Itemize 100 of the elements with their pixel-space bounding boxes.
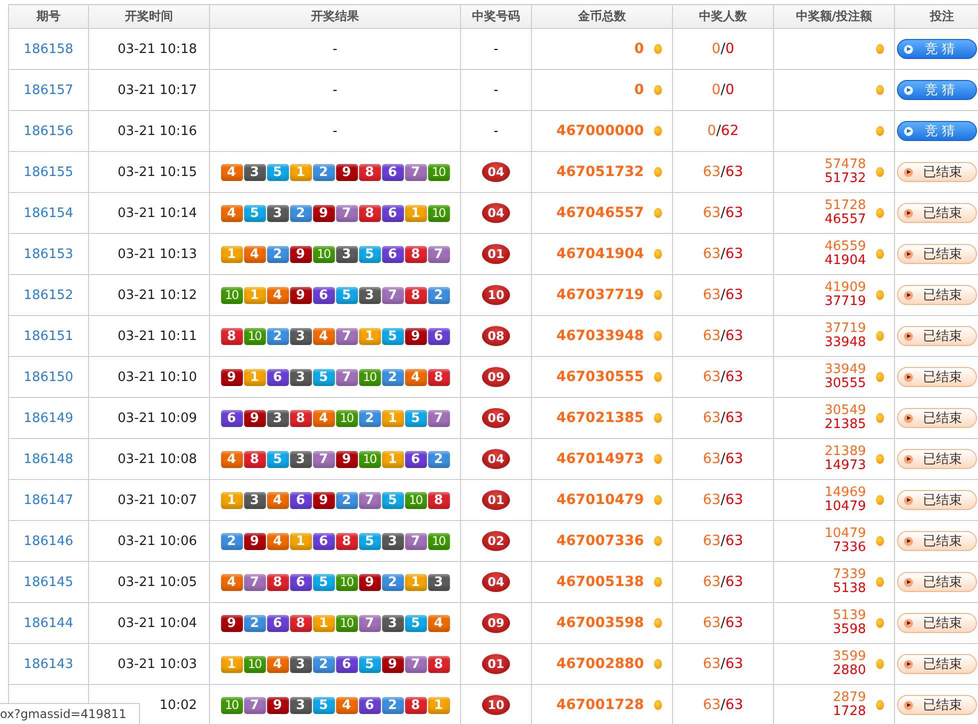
coin-icon bbox=[654, 290, 662, 300]
coin-total: 467010479 bbox=[556, 492, 644, 508]
result-number: 7 bbox=[336, 368, 358, 386]
ended-button[interactable]: 已结束 bbox=[897, 613, 977, 633]
result-number: 3 bbox=[244, 164, 266, 180]
result-number: 3 bbox=[382, 532, 404, 550]
slash: / bbox=[720, 287, 726, 303]
coin-icon bbox=[876, 208, 884, 218]
bet-button[interactable]: 竞 猜 bbox=[897, 39, 977, 59]
result-number: 8 bbox=[428, 492, 450, 508]
ended-button[interactable]: 已结束 bbox=[897, 408, 977, 428]
ended-button[interactable]: 已结束 bbox=[897, 572, 977, 592]
column-header: 中奖号码 bbox=[460, 4, 532, 28]
coin-total: 467041904 bbox=[556, 246, 644, 262]
draw-time: 03-21 10:05 bbox=[116, 574, 197, 590]
result-number: 4 bbox=[220, 164, 242, 180]
stake-amount: 37719 bbox=[824, 295, 866, 309]
result-number: 8 bbox=[428, 656, 450, 672]
prize-amount: 7339 bbox=[832, 568, 866, 582]
prize-amount: 2879 bbox=[832, 691, 866, 705]
winning-number: 01 bbox=[482, 244, 510, 264]
winning-number: 06 bbox=[482, 408, 510, 428]
winner-count: 63 bbox=[702, 533, 721, 549]
result-number: 5 bbox=[358, 532, 380, 550]
winning-number: 04 bbox=[482, 572, 510, 592]
bettor-count: 63 bbox=[725, 205, 744, 221]
coin-icon bbox=[876, 577, 884, 587]
ended-button[interactable]: 已结束 bbox=[897, 244, 977, 264]
result-number: 3 bbox=[244, 492, 266, 508]
result-number: 4 bbox=[266, 656, 288, 672]
coin-icon bbox=[876, 126, 884, 136]
prize-amount: 10479 bbox=[824, 527, 866, 541]
coin-icon bbox=[654, 208, 662, 218]
winner-count: 63 bbox=[702, 451, 721, 467]
prize-amount: 14969 bbox=[824, 486, 866, 500]
result-number: 4 bbox=[312, 328, 334, 344]
result-number: 1 bbox=[382, 450, 404, 468]
bettor-count: 63 bbox=[725, 492, 744, 508]
result-number: 1 bbox=[382, 410, 404, 426]
empty-winning-number: - bbox=[494, 42, 498, 56]
bet-button[interactable]: 竞 猜 bbox=[897, 80, 977, 100]
result-number: 5 bbox=[244, 204, 266, 222]
result-number: 9 bbox=[404, 328, 426, 344]
result-number: 10 bbox=[404, 492, 426, 508]
result-number: 6 bbox=[290, 492, 312, 508]
bettor-count: 63 bbox=[725, 533, 744, 549]
column-header: 中奖人数 bbox=[672, 4, 774, 28]
coin-total: 467005138 bbox=[556, 574, 644, 590]
result-number: 3 bbox=[266, 410, 288, 426]
ended-button[interactable]: 已结束 bbox=[897, 367, 977, 387]
winner-count: 63 bbox=[702, 410, 721, 426]
draw-time: 10:02 bbox=[158, 698, 197, 712]
ended-button[interactable]: 已结束 bbox=[897, 162, 977, 182]
result-number: 8 bbox=[404, 286, 426, 304]
result-number: 6 bbox=[290, 574, 312, 590]
result-number: 8 bbox=[358, 164, 380, 180]
ended-button[interactable]: 已结束 bbox=[897, 203, 977, 223]
ended-button[interactable]: 已结束 bbox=[897, 449, 977, 469]
result-number: 7 bbox=[428, 246, 450, 262]
slash: / bbox=[720, 164, 726, 180]
result-number: 4 bbox=[266, 286, 288, 304]
ended-button[interactable]: 已结束 bbox=[897, 695, 977, 715]
ended-button[interactable]: 已结束 bbox=[897, 285, 977, 305]
bettor-count: 63 bbox=[725, 656, 744, 672]
coin-icon bbox=[876, 413, 884, 423]
slash: / bbox=[720, 656, 726, 672]
bet-button[interactable]: 竞 猜 bbox=[897, 121, 977, 141]
result-number: 10 bbox=[336, 410, 358, 426]
result-number: 2 bbox=[382, 368, 404, 386]
draw-time: 03-21 10:18 bbox=[116, 42, 197, 56]
draw-time: 03-21 10:07 bbox=[116, 492, 197, 508]
winning-number: 01 bbox=[482, 490, 510, 510]
coin-icon bbox=[876, 44, 884, 54]
bettor-count: 63 bbox=[725, 369, 744, 385]
result-number: 1 bbox=[404, 574, 426, 590]
slash: / bbox=[720, 246, 726, 262]
draw-time: 03-21 10:03 bbox=[116, 656, 197, 672]
ended-button[interactable]: 已结束 bbox=[897, 490, 977, 510]
stake-amount: 7336 bbox=[832, 541, 866, 555]
result-number: 6 bbox=[312, 532, 334, 550]
stake-amount: 51732 bbox=[824, 172, 866, 186]
coin-total: 467021385 bbox=[556, 410, 644, 426]
result-number: 1 bbox=[244, 286, 266, 304]
result-number: 3 bbox=[336, 246, 358, 262]
bettor-count: 63 bbox=[725, 287, 744, 303]
result-number: 1 bbox=[404, 204, 426, 222]
ended-button[interactable]: 已结束 bbox=[897, 326, 977, 346]
result-number: 1 bbox=[358, 328, 380, 344]
stake-amount: 14973 bbox=[824, 459, 866, 473]
result-number: 4 bbox=[220, 574, 242, 590]
result-number: 5 bbox=[312, 368, 334, 386]
ended-button[interactable]: 已结束 bbox=[897, 531, 977, 551]
result-number: 2 bbox=[358, 410, 380, 426]
bettor-count: 63 bbox=[725, 246, 744, 262]
coin-icon bbox=[876, 372, 884, 382]
coin-icon bbox=[654, 44, 662, 54]
result-number: 7 bbox=[244, 696, 266, 714]
column-header: 开奖时间 bbox=[88, 4, 210, 28]
winning-number: 04 bbox=[482, 203, 510, 223]
ended-button[interactable]: 已结束 bbox=[897, 654, 977, 674]
